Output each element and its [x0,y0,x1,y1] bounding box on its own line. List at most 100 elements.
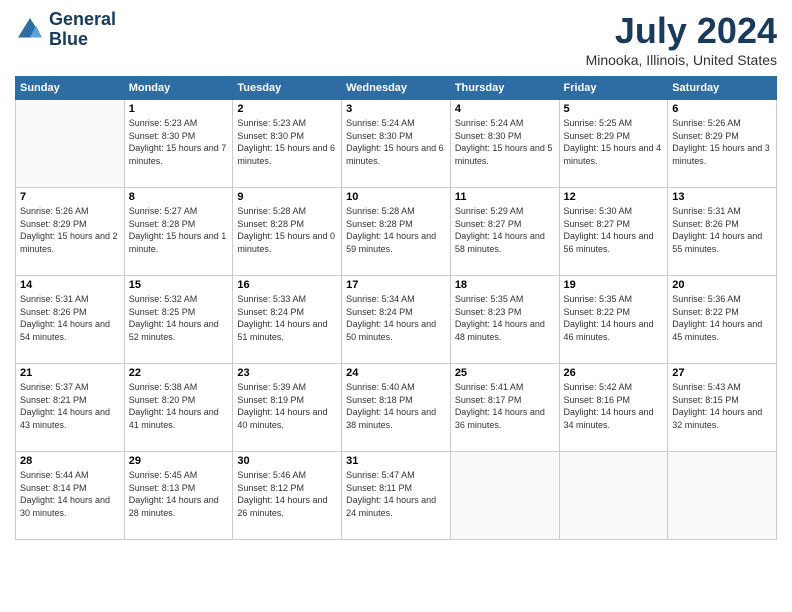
day-cell: 26 Sunrise: 5:42 AM Sunset: 8:16 PM Dayli… [559,364,668,452]
day-info: Sunrise: 5:25 AM Sunset: 8:29 PM Dayligh… [564,117,664,167]
logo-icon [15,15,45,45]
day-number: 4 [455,103,555,115]
weekday-header-sunday: Sunday [16,77,125,100]
day-cell: 22 Sunrise: 5:38 AM Sunset: 8:20 PM Dayli… [124,364,233,452]
day-number: 30 [237,455,337,467]
month-title: July 2024 [586,10,777,52]
day-cell [16,100,125,188]
day-number: 26 [564,367,664,379]
day-number: 22 [129,367,229,379]
day-cell: 12Sunrise: 5:30 AM Sunset: 8:27 PM Dayli… [559,188,668,276]
day-info: Sunrise: 5:30 AM Sunset: 8:27 PM Dayligh… [564,205,664,255]
day-cell: 4 Sunrise: 5:24 AM Sunset: 8:30 PM Daylig… [450,100,559,188]
day-cell: 31 Sunrise: 5:47 AM Sunset: 8:11 PM Dayli… [342,452,451,540]
day-number: 18 [455,279,555,291]
day-info: Sunrise: 5:31 AM Sunset: 8:26 PM Dayligh… [672,205,772,255]
day-number: 11 [455,191,555,203]
day-cell: 20Sunrise: 5:36 AM Sunset: 8:22 PM Dayli… [668,276,777,364]
day-cell: 30 Sunrise: 5:46 AM Sunset: 8:12 PM Dayli… [233,452,342,540]
day-info: Sunrise: 5:35 AM Sunset: 8:23 PM Dayligh… [455,293,555,343]
logo-line1: General [49,10,116,30]
day-info: Sunrise: 5:32 AM Sunset: 8:25 PM Dayligh… [129,293,229,343]
day-info: Sunrise: 5:23 AM Sunset: 8:30 PM Dayligh… [129,117,229,167]
day-cell: 27Sunrise: 5:43 AM Sunset: 8:15 PM Dayli… [668,364,777,452]
day-cell: 28Sunrise: 5:44 AM Sunset: 8:14 PM Dayli… [16,452,125,540]
day-info: Sunrise: 5:23 AM Sunset: 8:30 PM Dayligh… [237,117,337,167]
day-info: Sunrise: 5:26 AM Sunset: 8:29 PM Dayligh… [20,205,120,255]
day-info: Sunrise: 5:47 AM Sunset: 8:11 PM Dayligh… [346,469,446,519]
day-info: Sunrise: 5:42 AM Sunset: 8:16 PM Dayligh… [564,381,664,431]
logo-line2: Blue [49,30,116,50]
day-info: Sunrise: 5:29 AM Sunset: 8:27 PM Dayligh… [455,205,555,255]
day-number: 17 [346,279,446,291]
day-number: 28 [20,455,120,467]
day-cell: 11 Sunrise: 5:29 AM Sunset: 8:27 PM Dayli… [450,188,559,276]
day-info: Sunrise: 5:45 AM Sunset: 8:13 PM Dayligh… [129,469,229,519]
day-info: Sunrise: 5:46 AM Sunset: 8:12 PM Dayligh… [237,469,337,519]
header-row: SundayMondayTuesdayWednesdayThursdayFrid… [16,77,777,100]
page-container: General Blue July 2024 Minooka, Illinois… [0,0,792,550]
day-info: Sunrise: 5:26 AM Sunset: 8:29 PM Dayligh… [672,117,772,167]
day-number: 25 [455,367,555,379]
day-number: 19 [564,279,664,291]
day-cell: 10Sunrise: 5:28 AM Sunset: 8:28 PM Dayli… [342,188,451,276]
day-info: Sunrise: 5:38 AM Sunset: 8:20 PM Dayligh… [129,381,229,431]
day-number: 31 [346,455,446,467]
logo: General Blue [15,10,116,50]
weekday-header-friday: Friday [559,77,668,100]
weekday-header-monday: Monday [124,77,233,100]
day-cell: 17 Sunrise: 5:34 AM Sunset: 8:24 PM Dayli… [342,276,451,364]
weekday-header-tuesday: Tuesday [233,77,342,100]
day-cell: 25 Sunrise: 5:41 AM Sunset: 8:17 PM Dayli… [450,364,559,452]
day-cell [450,452,559,540]
day-number: 6 [672,103,772,115]
weekday-header-wednesday: Wednesday [342,77,451,100]
day-info: Sunrise: 5:24 AM Sunset: 8:30 PM Dayligh… [346,117,446,167]
logo-text: General Blue [49,10,116,50]
week-row-4: 21Sunrise: 5:37 AM Sunset: 8:21 PM Dayli… [16,364,777,452]
day-info: Sunrise: 5:34 AM Sunset: 8:24 PM Dayligh… [346,293,446,343]
day-info: Sunrise: 5:40 AM Sunset: 8:18 PM Dayligh… [346,381,446,431]
day-info: Sunrise: 5:24 AM Sunset: 8:30 PM Dayligh… [455,117,555,167]
day-cell: 2 Sunrise: 5:23 AM Sunset: 8:30 PM Daylig… [233,100,342,188]
week-row-3: 14Sunrise: 5:31 AM Sunset: 8:26 PM Dayli… [16,276,777,364]
day-number: 16 [237,279,337,291]
day-cell: 23Sunrise: 5:39 AM Sunset: 8:19 PM Dayli… [233,364,342,452]
day-number: 24 [346,367,446,379]
day-cell: 9Sunrise: 5:28 AM Sunset: 8:28 PM Daylig… [233,188,342,276]
day-cell: 21Sunrise: 5:37 AM Sunset: 8:21 PM Dayli… [16,364,125,452]
day-number: 9 [237,191,337,203]
calendar-table: SundayMondayTuesdayWednesdayThursdayFrid… [15,76,777,540]
day-info: Sunrise: 5:28 AM Sunset: 8:28 PM Dayligh… [346,205,446,255]
day-info: Sunrise: 5:39 AM Sunset: 8:19 PM Dayligh… [237,381,337,431]
day-info: Sunrise: 5:36 AM Sunset: 8:22 PM Dayligh… [672,293,772,343]
day-cell: 29 Sunrise: 5:45 AM Sunset: 8:13 PM Dayli… [124,452,233,540]
day-cell: 5Sunrise: 5:25 AM Sunset: 8:29 PM Daylig… [559,100,668,188]
day-number: 7 [20,191,120,203]
day-number: 3 [346,103,446,115]
day-cell: 15Sunrise: 5:32 AM Sunset: 8:25 PM Dayli… [124,276,233,364]
day-cell [668,452,777,540]
day-cell: 24 Sunrise: 5:40 AM Sunset: 8:18 PM Dayli… [342,364,451,452]
day-info: Sunrise: 5:35 AM Sunset: 8:22 PM Dayligh… [564,293,664,343]
day-number: 27 [672,367,772,379]
day-number: 2 [237,103,337,115]
day-info: Sunrise: 5:27 AM Sunset: 8:28 PM Dayligh… [129,205,229,255]
day-cell: 6 Sunrise: 5:26 AM Sunset: 8:29 PM Daylig… [668,100,777,188]
day-cell: 18 Sunrise: 5:35 AM Sunset: 8:23 PM Dayli… [450,276,559,364]
day-cell: 7 Sunrise: 5:26 AM Sunset: 8:29 PM Daylig… [16,188,125,276]
day-info: Sunrise: 5:41 AM Sunset: 8:17 PM Dayligh… [455,381,555,431]
day-cell: 19 Sunrise: 5:35 AM Sunset: 8:22 PM Dayli… [559,276,668,364]
day-number: 21 [20,367,120,379]
day-cell: 14Sunrise: 5:31 AM Sunset: 8:26 PM Dayli… [16,276,125,364]
day-cell: 3 Sunrise: 5:24 AM Sunset: 8:30 PM Daylig… [342,100,451,188]
day-cell [559,452,668,540]
location: Minooka, Illinois, United States [586,52,777,68]
week-row-1: 1 Sunrise: 5:23 AM Sunset: 8:30 PM Daylig… [16,100,777,188]
day-number: 29 [129,455,229,467]
day-number: 8 [129,191,229,203]
day-number: 1 [129,103,229,115]
title-block: July 2024 Minooka, Illinois, United Stat… [586,10,777,68]
day-number: 14 [20,279,120,291]
week-row-5: 28Sunrise: 5:44 AM Sunset: 8:14 PM Dayli… [16,452,777,540]
